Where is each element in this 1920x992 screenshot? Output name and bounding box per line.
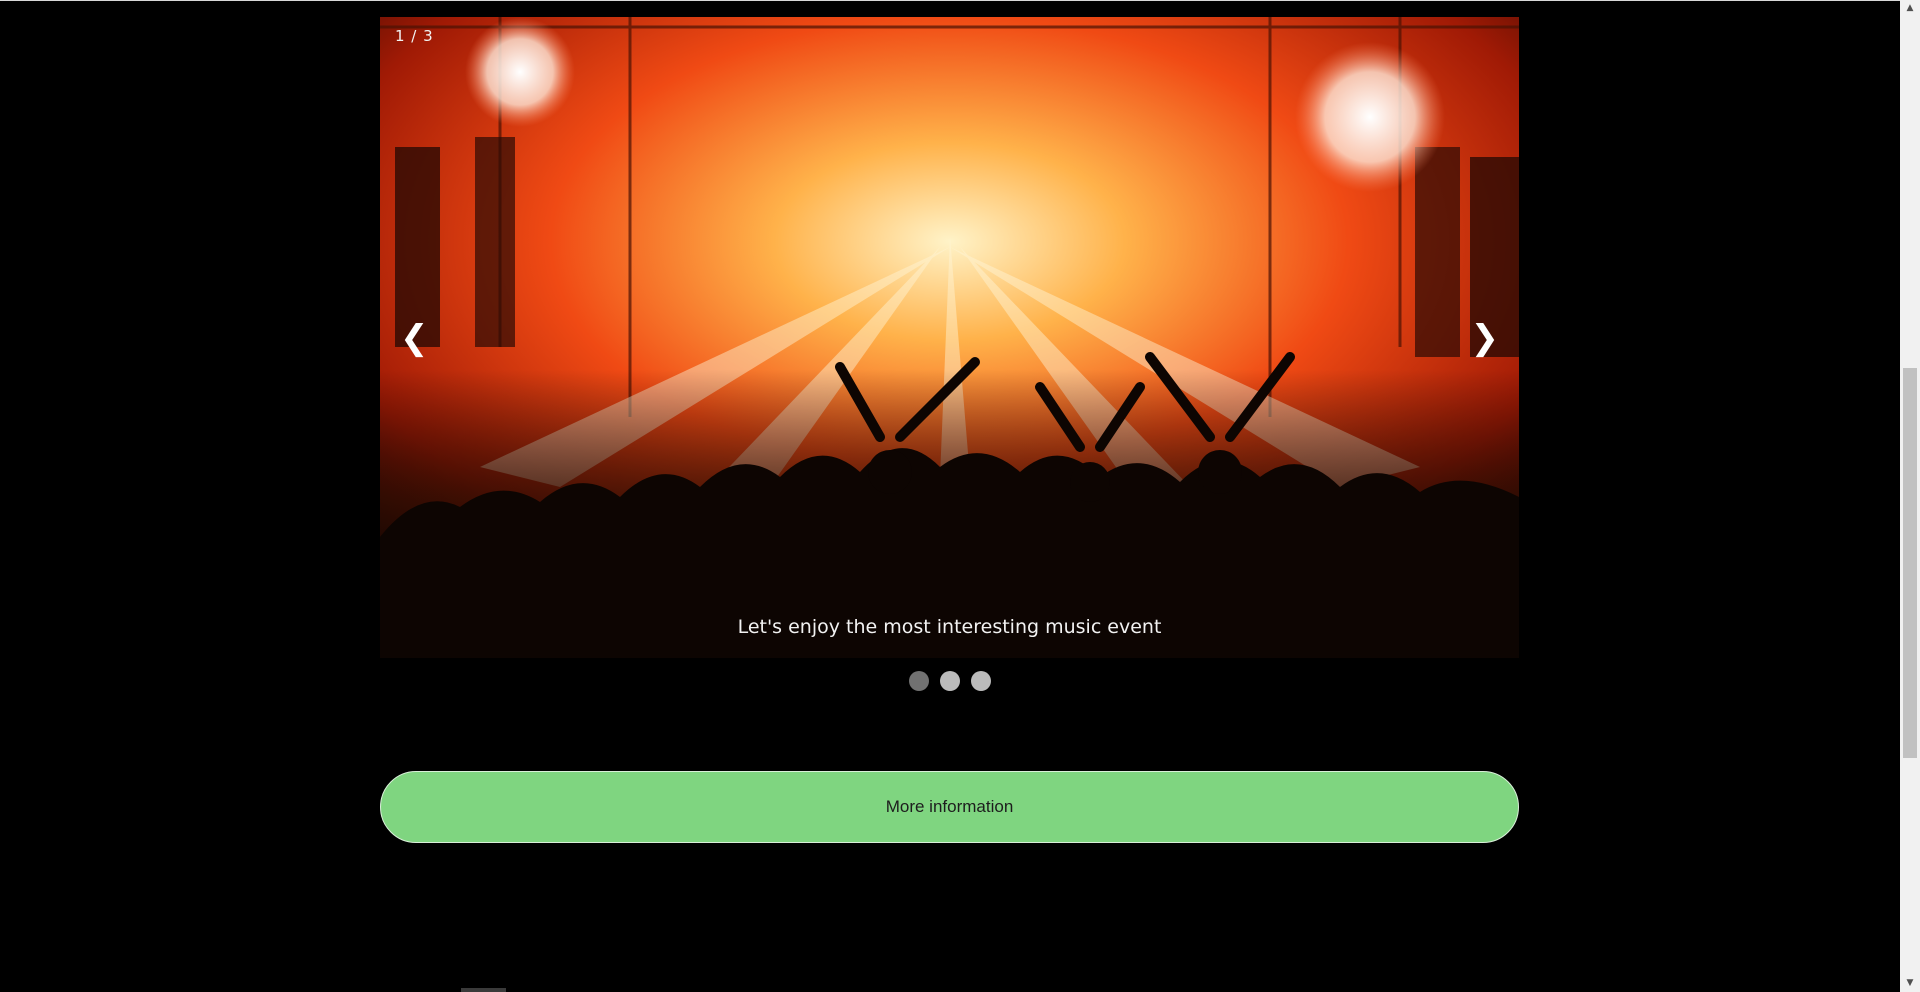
scroll-up-icon[interactable]: ▲: [1900, 0, 1920, 17]
scroll-down-icon[interactable]: ▼: [1900, 975, 1920, 992]
slide-dots: [380, 658, 1519, 691]
page: 1 / 3 ❮ ❯ Let's enjoy the most interesti…: [0, 0, 1920, 992]
scrollbar-thumb[interactable]: [1903, 368, 1917, 758]
concert-slide-image: [380, 17, 1519, 658]
slideshow-container: 1 / 3 ❮ ❯ Let's enjoy the most interesti…: [380, 17, 1519, 658]
bottom-edge-mark: [461, 988, 506, 992]
more-information-label: More information: [885, 797, 1014, 816]
prev-slide-button[interactable]: ❮: [384, 311, 445, 365]
slide-dot-1[interactable]: [908, 671, 929, 691]
slide-dot-3[interactable]: [970, 671, 991, 691]
slide-dot-2[interactable]: [939, 671, 960, 691]
slide-counter: 1 / 3: [395, 27, 434, 45]
more-information-button[interactable]: More information: [380, 771, 1519, 843]
slide-caption: Let's enjoy the most interesting music e…: [737, 616, 1162, 638]
top-divider: [0, 0, 1900, 1]
next-slide-button[interactable]: ❯: [1455, 311, 1516, 365]
vertical-scrollbar[interactable]: ▲ ▼: [1900, 0, 1920, 992]
